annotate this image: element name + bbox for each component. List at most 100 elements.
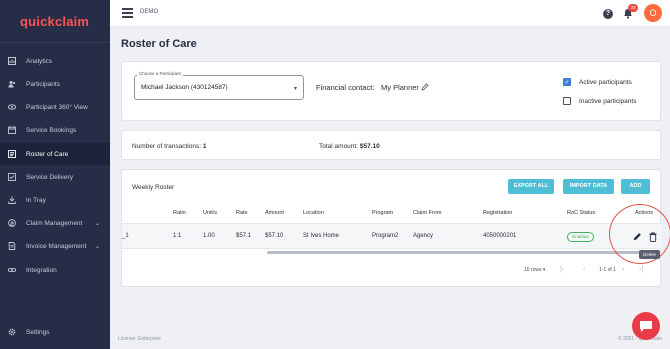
financial-contact-value: My Planner (381, 83, 419, 92)
cell-amount: $57.10 (265, 233, 284, 239)
page-range: 1-1 of 1 (599, 267, 616, 273)
transactions-label: Number of transactions: (132, 143, 202, 150)
sidebar-item-label: Participants (26, 80, 60, 88)
checkbox-unchecked-icon (563, 97, 571, 105)
invoice-icon (8, 242, 16, 250)
chevron-down-icon: ⌄ (94, 220, 100, 227)
eye-icon (8, 103, 16, 111)
sidebar-item-service-delivery[interactable]: Service Delivery (0, 166, 110, 188)
sidebar-item-participants[interactable]: Participants (0, 73, 110, 95)
sidebar-item-roster-of-care[interactable]: Roster of Care (0, 143, 110, 165)
sidebar-item-label: Settings (26, 328, 50, 336)
table-row[interactable]: _1 1:1 1.00 $57.1 $57.10 St Ives Home Pr… (122, 223, 661, 249)
filter-card: Michael Jackson (430124587) ▾ Choose a P… (121, 61, 661, 121)
inactive-participants-label: Inactive participants (579, 97, 637, 105)
cell-registration: 4050000201 (483, 233, 517, 239)
column-header-program[interactable]: Program (372, 210, 393, 216)
menu-icon[interactable] (122, 8, 133, 18)
cell-program: Program2 (372, 233, 399, 239)
cell-lead: _1 (122, 233, 129, 239)
sidebar: quickclaim Analytics Participants Partic… (0, 0, 110, 349)
environment-label: DEMO (140, 9, 158, 15)
financial-contact-label: Financial contact: (316, 83, 375, 92)
sidebar-item-in-tray[interactable]: In Tray (0, 189, 110, 211)
calendar-icon (8, 126, 16, 134)
total-amount-label: Total amount: (319, 143, 359, 150)
avatar[interactable]: O (644, 4, 662, 22)
horizontal-scrollbar[interactable] (267, 251, 661, 254)
sidebar-item-settings[interactable]: Settings (0, 321, 110, 343)
column-header-rate[interactable]: Rate (236, 210, 248, 216)
import-data-button[interactable]: IMPORT DATA (563, 179, 614, 194)
active-participants-label: Active participants (579, 78, 632, 86)
column-header-ratio[interactable]: Ratio (173, 210, 186, 216)
topbar: DEMO ? 33 O (110, 0, 670, 27)
participant-select-label: Choose a Participant (137, 71, 183, 76)
sidebar-item-label: Claim Management (26, 219, 83, 227)
sidebar-item-integration[interactable]: Integration (0, 259, 110, 281)
divider (0, 42, 110, 43)
sidebar-item-label: Analytics (26, 57, 53, 65)
column-header-roc-status[interactable]: RoC Status (567, 210, 595, 216)
total-amount-summary: Total amount: $57.10 (319, 143, 380, 150)
previous-page-icon[interactable]: ‹ (583, 266, 585, 273)
sidebar-item-label: Service Bookings (26, 126, 77, 134)
sidebar-item-label: In Tray (26, 196, 46, 204)
cell-units: 1.00 (203, 233, 215, 239)
dropdown-arrow-icon: ▾ (293, 86, 297, 92)
chat-icon (640, 320, 652, 332)
participants-icon (8, 80, 16, 88)
app-logo[interactable]: quickclaim (20, 14, 89, 29)
gear-icon (8, 328, 16, 336)
transactions-summary: Number of transactions: 1 (132, 143, 206, 150)
delete-tooltip: Delete (639, 250, 661, 259)
sidebar-item-label: Invoice Management (26, 242, 87, 250)
add-button[interactable]: ADD (621, 179, 650, 194)
transactions-value: 1 (202, 143, 207, 150)
export-all-button[interactable]: EXPORT ALL (508, 179, 554, 194)
weekly-roster-title: Weekly Roster (132, 184, 175, 191)
column-header-amount[interactable]: Amount (265, 210, 284, 216)
scrollbar-thumb[interactable] (267, 251, 657, 254)
sidebar-item-claim-management[interactable]: Claim Management ⌄ (0, 212, 110, 234)
sidebar-item-label: Service Delivery (26, 173, 73, 181)
sidebar-item-participant-360[interactable]: Participant 360° View (0, 96, 110, 118)
delivery-icon (8, 173, 16, 181)
license-text: License: Enterprise (118, 336, 161, 342)
cell-location: St Ives Home (303, 233, 340, 239)
participant-select-value: Michael Jackson (430124587) (141, 84, 228, 91)
last-page-icon[interactable]: ›| (639, 266, 643, 273)
download-icon (8, 196, 16, 204)
chevron-down-icon: ⌄ (94, 243, 100, 250)
first-page-icon[interactable]: |‹ (560, 266, 564, 273)
weekly-roster-card: Weekly Roster EXPORT ALL IMPORT DATA ADD… (121, 169, 661, 287)
roster-icon (8, 150, 16, 158)
cell-ratio: 1:1 (173, 233, 182, 239)
rows-per-page-select[interactable]: 10 rows ▾ (524, 267, 545, 273)
analytics-icon (8, 57, 16, 65)
status-badge: Enabled (567, 232, 594, 242)
chat-button[interactable] (632, 312, 660, 340)
sidebar-item-analytics[interactable]: Analytics (0, 50, 110, 72)
column-header-location[interactable]: Location (303, 210, 324, 216)
notification-badge: 33 (628, 4, 638, 12)
sidebar-item-label: Participant 360° View (26, 103, 88, 111)
cell-rate: $57.1 (236, 233, 252, 239)
link-icon (8, 266, 16, 274)
next-page-icon[interactable]: › (622, 266, 624, 273)
participant-select[interactable]: Michael Jackson (430124587) ▾ (134, 75, 304, 100)
edit-pencil-icon[interactable] (421, 83, 429, 91)
sidebar-item-service-bookings[interactable]: Service Bookings (0, 119, 110, 141)
active-participants-checkbox[interactable]: ✓ Active participants (563, 78, 632, 86)
column-header-units[interactable]: Unit/s (203, 210, 217, 216)
help-icon[interactable]: ? (603, 9, 613, 19)
column-header-claim-from[interactable]: Claim From (413, 210, 441, 216)
sidebar-item-label: Roster of Care (26, 150, 69, 158)
inactive-participants-checkbox[interactable]: Inactive participants (563, 97, 636, 105)
cell-claim-from: Agency (413, 233, 434, 239)
checkbox-checked-icon: ✓ (563, 78, 571, 86)
rows-per-page-value: 10 rows (524, 267, 542, 273)
sidebar-item-invoice-management[interactable]: Invoice Management ⌄ (0, 235, 110, 257)
page-title: Roster of Care (121, 38, 197, 50)
column-header-registration[interactable]: Registration (483, 210, 512, 216)
